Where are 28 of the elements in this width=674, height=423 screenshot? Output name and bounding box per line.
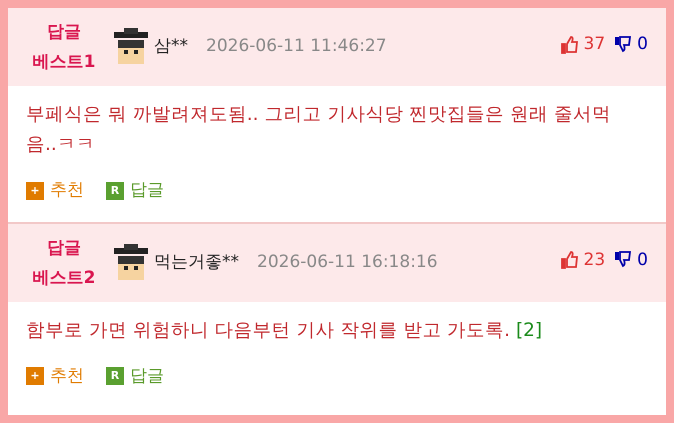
comment-date: 2026-06-11 11:46:27 [206, 35, 387, 58]
dislike-count: 0 [637, 33, 648, 56]
reply-button[interactable]: R 답글 [106, 364, 164, 389]
best-rank: 베스트1 [32, 51, 96, 74]
avatar-icon [112, 28, 150, 66]
reply-icon: R [106, 182, 124, 200]
best-rank: 베스트2 [32, 266, 96, 290]
thumbs-up-icon[interactable] [560, 34, 580, 55]
recommend-button[interactable]: + 추천 [26, 178, 84, 204]
like-count: 37 [584, 33, 606, 56]
best-label: 답글 [46, 236, 82, 260]
author-name[interactable]: 먹는거좋** [154, 250, 239, 276]
comment-date: 2026-06-11 16:18:16 [257, 250, 438, 274]
best-label: 답글 [46, 21, 82, 44]
comment-text: 부페식은 뭐 까발려져도됨.. 그리고 기사식당 찐맛집들은 원래 줄서먹음..ㅋㅋ [26, 104, 611, 155]
author-name[interactable]: 삼** [154, 34, 188, 60]
comment-text: 함부로 가면 위험하니 다음부턴 기사 작위를 받고 가도록. [26, 320, 510, 340]
reply-icon: R [106, 367, 124, 386]
plus-icon: + [26, 367, 44, 386]
recommend-button[interactable]: + 추천 [26, 364, 84, 389]
thumbs-down-icon[interactable] [613, 34, 634, 55]
reply-count[interactable]: [2] [516, 320, 542, 340]
avatar-icon [112, 244, 150, 282]
plus-icon: + [26, 182, 44, 200]
reply-button[interactable]: R 답글 [106, 178, 164, 204]
dislike-count: 0 [637, 248, 648, 272]
like-count: 23 [584, 248, 606, 272]
thumbs-up-icon[interactable] [560, 250, 580, 270]
